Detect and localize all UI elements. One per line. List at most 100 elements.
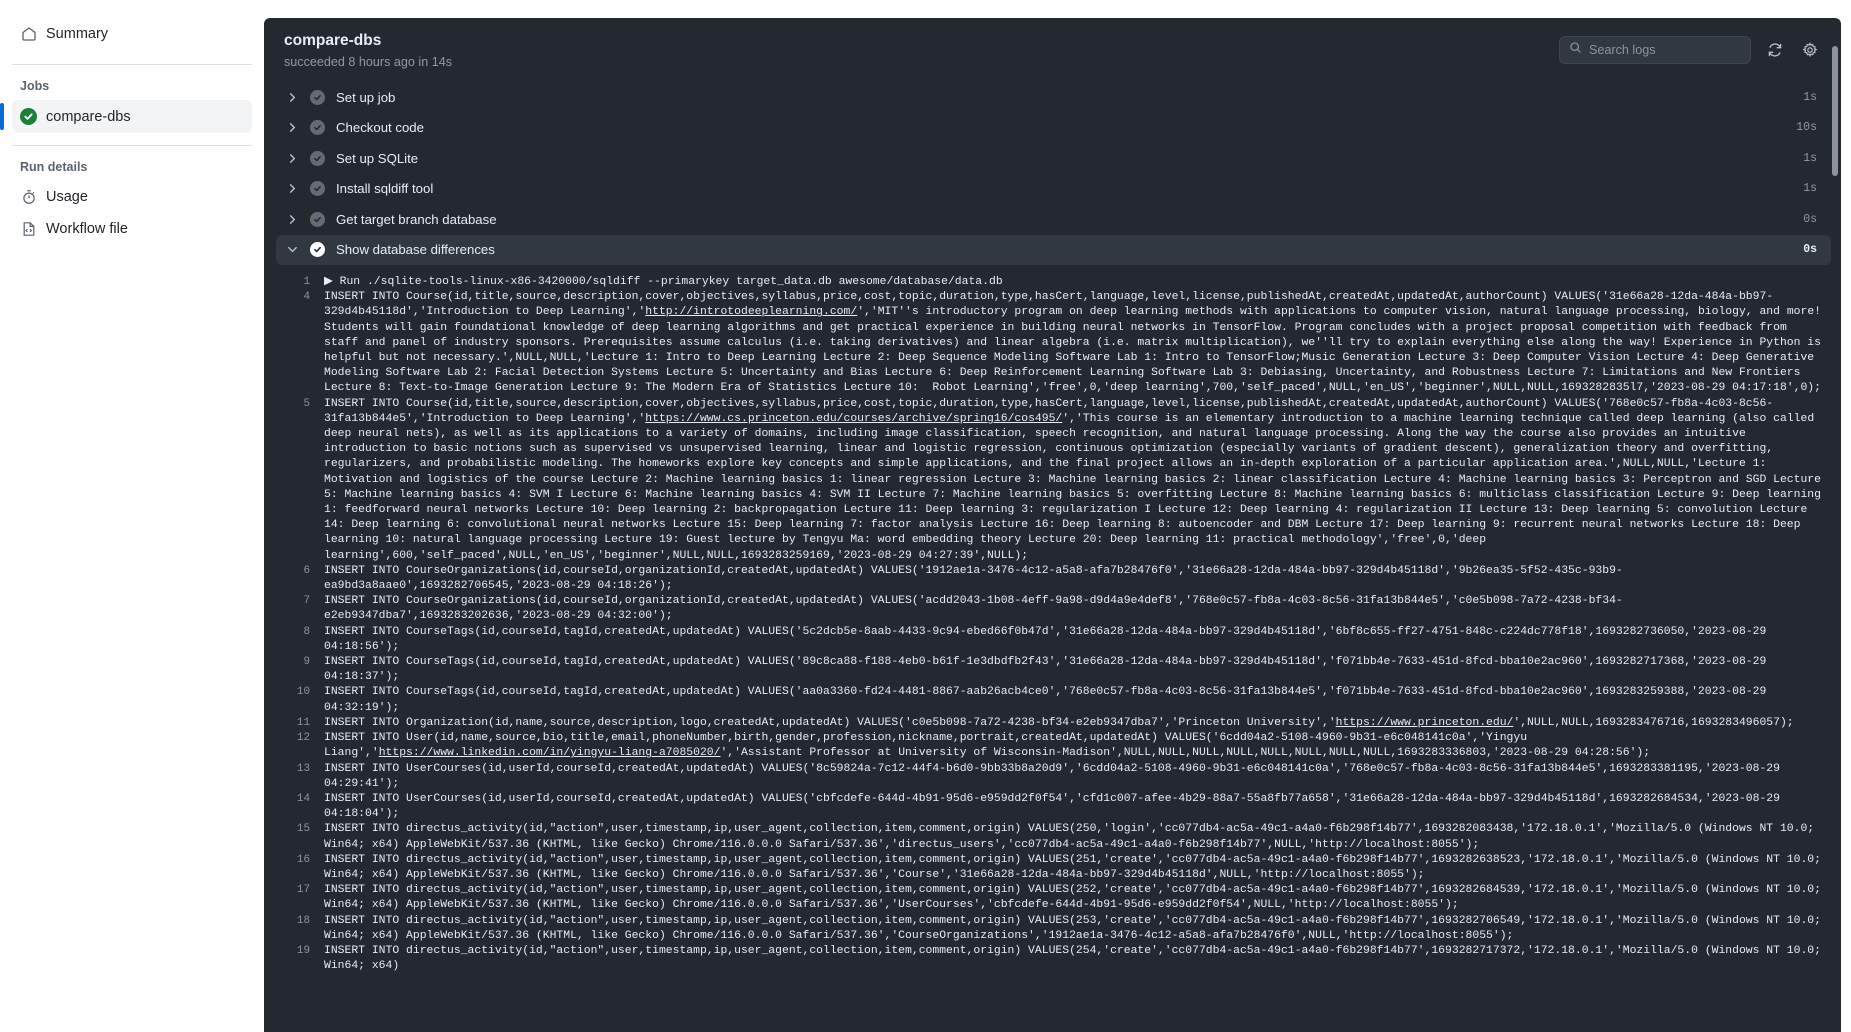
log-line: 10 INSERT INTO CourseTags(id,courseId,tag… (264, 685, 1841, 715)
step-row-install-sqldiff-tool[interactable]: Install sqldiff tool 1s (276, 174, 1831, 205)
refresh-logs-button[interactable] (1764, 39, 1786, 61)
main-content: compare-dbs succeeded 8 hours ago in 14s (264, 0, 1851, 1032)
log-link[interactable]: https://www.princeton.edu/ (1336, 717, 1514, 729)
sidebar: Summary Jobs compare-dbs Run details Usa… (0, 0, 264, 1032)
sidebar-usage-label: Usage (46, 189, 88, 205)
log-line-text: INSERT INTO directus_activity(id,"action… (324, 884, 1828, 912)
steps-list: Set up job 1s Checkout code 10s Set up S… (264, 82, 1841, 265)
log-line: 4 INSERT INTO Course(id,title,source,desc… (264, 290, 1841, 396)
log-line-text: INSERT INTO directus_activity(id,"action… (324, 914, 1828, 942)
log-line-number: 6 (303, 564, 310, 577)
log-panel: compare-dbs succeeded 8 hours ago in 14s (264, 18, 1841, 1032)
step-row-get-target-branch-database[interactable]: Get target branch database 0s (276, 204, 1831, 235)
log-link[interactable]: https://www.cs.princeton.edu/courses/arc… (645, 413, 1062, 425)
chevron-down-icon (286, 244, 299, 255)
log-line: 19 INSERT INTO directus_activity(id,"acti… (264, 944, 1841, 974)
log-line: 6 INSERT INTO CourseOrganizations(id,cour… (264, 564, 1841, 594)
log-line: 5 INSERT INTO Course(id,title,source,desc… (264, 397, 1841, 564)
log-line-number: 19 (296, 944, 310, 957)
log-line-number: 4 (303, 291, 310, 304)
search-logs-box[interactable] (1559, 36, 1751, 64)
log-line: 15 INSERT INTO directus_activity(id,"acti… (264, 822, 1841, 852)
sidebar-item-workflow-file[interactable]: Workflow file (12, 213, 252, 245)
log-line: 8 INSERT INTO CourseTags(id,courseId,tagI… (264, 625, 1841, 655)
log-link[interactable]: https://www.linkedin.com/in/yingyu-liang… (379, 747, 721, 759)
stopwatch-icon (20, 189, 37, 206)
log-line-text: INSERT INTO CourseOrganizations(id,cours… (324, 595, 1623, 623)
log-line: 18 INSERT INTO directus_activity(id,"acti… (264, 914, 1841, 944)
chevron-right-icon (286, 92, 299, 103)
sidebar-jobs-heading: Jobs (20, 79, 50, 93)
search-logs-input[interactable] (1589, 43, 1741, 57)
log-line: 12 INSERT INTO User(id,name,source,bio,ti… (264, 731, 1841, 761)
log-line-text: INSERT INTO UserCourses(id,userId,course… (324, 762, 1787, 790)
log-line: 13 INSERT INTO UserCourses(id,userId,cour… (264, 762, 1841, 792)
step-row-set-up-job[interactable]: Set up job 1s (276, 82, 1831, 113)
step-duration: 10s (1796, 121, 1817, 135)
log-line: 17 INSERT INTO directus_activity(id,"acti… (264, 883, 1841, 913)
log-line-number: 9 (303, 656, 310, 669)
log-line-text: INSERT INTO directus_activity(id,"action… (324, 944, 1828, 973)
step-row-show-database-differences[interactable]: Show database differences 0s (276, 234, 1831, 265)
sidebar-job-label: compare-dbs (46, 108, 131, 125)
code-file-icon (20, 221, 37, 238)
log-line-text: INSERT INTO CourseTags(id,courseId,tagId… (324, 656, 1774, 684)
sidebar-item-job-compare-dbs[interactable]: compare-dbs (0, 100, 252, 133)
log-link[interactable]: http://introtodeeplearning.com/ (645, 306, 857, 318)
step-success-icon (310, 181, 325, 197)
log-line-text: INSERT INTO directus_activity(id,"action… (324, 823, 1821, 851)
run-command-arrow-icon: ▶ (324, 276, 340, 288)
job-title: compare-dbs (284, 32, 382, 50)
log-line: 11 INSERT INTO Organization(id,name,sourc… (264, 716, 1841, 731)
log-output: 1 ▶ Run ./sqlite-tools-linux-x86-3420000/… (264, 275, 1841, 974)
log-line-text: INSERT INTO CourseTags(id,courseId,tagId… (324, 625, 1774, 653)
step-label: Install sqldiff tool (336, 181, 434, 197)
sidebar-summary-section: Summary (12, 0, 252, 65)
log-line-number: 14 (296, 792, 310, 805)
sidebar-run-details-section: Run details Usage Workflow file (12, 146, 252, 253)
log-settings-gear-button[interactable] (1799, 39, 1821, 61)
chevron-right-icon (286, 153, 299, 164)
sidebar-item-usage[interactable]: Usage (12, 181, 252, 213)
log-line-number: 7 (303, 595, 310, 608)
log-line-number: 18 (296, 914, 310, 927)
log-line-text: INSERT INTO UserCourses(id,userId,course… (324, 792, 1787, 821)
sidebar-summary-label: Summary (46, 26, 109, 42)
search-icon (1569, 41, 1582, 59)
log-line: 1 ▶ Run ./sqlite-tools-linux-x86-3420000/… (264, 275, 1841, 290)
log-line-number: 8 (303, 625, 310, 638)
log-line-text: INSERT INTO Organization(id,name,source,… (324, 716, 1794, 729)
log-line-text: INSERT INTO Course(id,title,source,descr… (324, 397, 1828, 562)
step-label: Get target branch database (336, 211, 497, 227)
log-line-text: INSERT INTO CourseOrganizations(id,cours… (324, 564, 1623, 593)
step-duration: 1s (1803, 182, 1817, 196)
log-line: 16 INSERT INTO directus_activity(id,"acti… (264, 853, 1841, 883)
step-label: Show database differences (336, 242, 495, 258)
home-icon (20, 26, 37, 43)
step-duration: 0s (1803, 243, 1817, 257)
step-label: Set up job (336, 89, 396, 105)
log-panel-header: compare-dbs succeeded 8 hours ago in 14s (264, 18, 1841, 82)
chevron-right-icon (286, 214, 299, 225)
step-label: Set up SQLite (336, 150, 419, 166)
log-scrollbar[interactable] (1831, 32, 1840, 1032)
log-line-number: 12 (296, 732, 310, 745)
sidebar-item-summary[interactable]: Summary (12, 18, 252, 50)
log-line-text: ▶ Run ./sqlite-tools-linux-x86-3420000/s… (324, 276, 1003, 288)
step-success-icon (310, 211, 325, 227)
chevron-right-icon (286, 183, 299, 194)
step-success-icon (310, 242, 325, 258)
step-duration: 0s (1803, 212, 1817, 226)
log-line: 9 INSERT INTO CourseTags(id,courseId,tagI… (264, 655, 1841, 685)
step-duration: 1s (1803, 151, 1817, 165)
log-line-number: 1 (303, 276, 310, 288)
log-header-actions (1559, 36, 1821, 64)
sidebar-run-details-heading: Run details (20, 160, 88, 174)
step-row-checkout-code[interactable]: Checkout code 10s (276, 113, 1831, 144)
sidebar-workflow-file-label: Workflow file (46, 221, 128, 237)
job-status-text: succeeded 8 hours ago in 14s (284, 54, 453, 69)
step-success-icon (310, 150, 325, 166)
step-duration: 1s (1803, 90, 1817, 104)
step-row-set-up-sqlite[interactable]: Set up SQLite 1s (276, 143, 1831, 174)
log-scrollbar-thumb[interactable] (1832, 46, 1838, 176)
